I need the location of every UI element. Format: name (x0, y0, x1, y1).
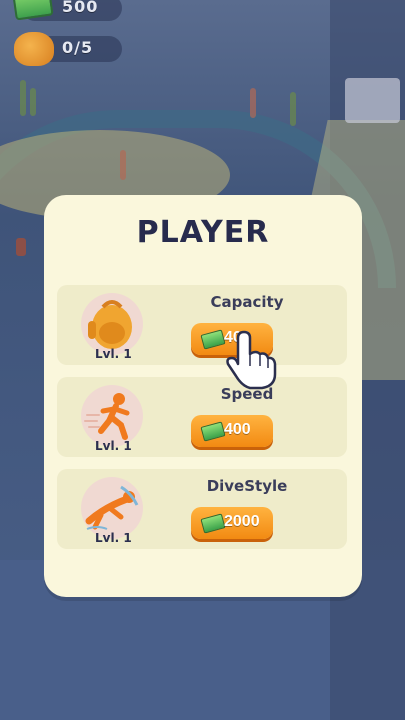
rope-post (16, 238, 26, 256)
upgrade-divestyle-button[interactable]: 2000 (191, 507, 273, 539)
capacity-icon-circle (81, 293, 143, 355)
backpack-icon (88, 300, 132, 349)
capacity-level: Lvl. 1 (95, 347, 132, 361)
upgrade-row-divestyle: Lvl. 1 DiveStyle 2000 (57, 469, 347, 549)
divestyle-icon-circle (81, 477, 143, 539)
cash-amount: 500 (62, 0, 99, 16)
seaweed-plant (290, 92, 296, 126)
stone-block (345, 78, 400, 123)
player-upgrade-panel: PLAYER Lvl. 1 Capacity 400 (44, 195, 362, 597)
coral-plant (250, 88, 256, 118)
coral-plant (120, 150, 126, 180)
seaweed-plant (30, 88, 36, 116)
speed-price: 400 (224, 421, 251, 438)
diver-icon (85, 485, 139, 530)
divestyle-label: DiveStyle (206, 477, 288, 495)
seaweed-plant (20, 80, 26, 116)
upgrade-row-speed: Lvl. 1 Speed 400 (57, 377, 347, 457)
upgrade-row-capacity: Lvl. 1 Capacity 400 (57, 285, 347, 365)
divestyle-price: 2000 (224, 513, 260, 530)
running-man-icon (84, 393, 130, 440)
speed-level: Lvl. 1 (95, 439, 132, 453)
tutorial-hand-icon (226, 330, 277, 390)
divestyle-level: Lvl. 1 (95, 531, 132, 545)
backpack-icon (14, 32, 54, 66)
speed-icon-circle (81, 385, 143, 447)
cash-icon (200, 329, 226, 350)
panel-title: PLAYER (136, 215, 270, 250)
cash-icon (200, 421, 226, 442)
upgrade-speed-button[interactable]: 400 (191, 415, 273, 447)
capacity-amount: 0/5 (62, 38, 94, 57)
cash-icon (200, 513, 226, 534)
capacity-label: Capacity (210, 293, 284, 311)
